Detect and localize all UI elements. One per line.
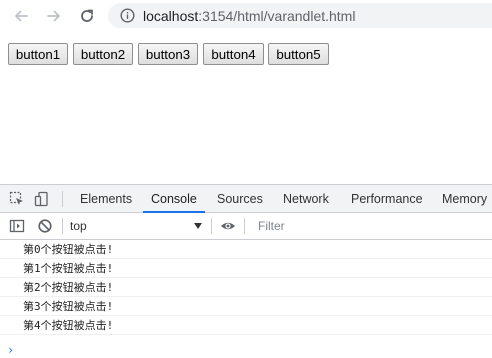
console-prompt[interactable]: › — [0, 342, 492, 358]
devtools-tabbar: Elements Console Sources Network Perform… — [0, 185, 492, 213]
button-5[interactable]: button5 — [268, 43, 329, 65]
prompt-chevron-icon: › — [7, 343, 15, 357]
browser-toolbar: localhost:3154/html/varandlet.html — [0, 0, 492, 32]
info-icon[interactable] — [120, 8, 135, 23]
button-2[interactable]: button2 — [73, 43, 133, 65]
console-log-line: 第2个按钮被点击! — [0, 278, 492, 297]
console-toolbar: top — [0, 213, 492, 240]
console-log-line: 第0个按钮被点击! — [0, 240, 492, 259]
page-viewport: button1 button2 button3 button4 button5 — [0, 33, 492, 184]
back-arrow-icon — [15, 10, 28, 22]
tab-network[interactable]: Network — [283, 185, 329, 212]
toolbar-divider — [62, 191, 63, 207]
button-3[interactable]: button3 — [138, 43, 198, 65]
live-expression-eye-icon[interactable] — [220, 218, 236, 234]
toolbar-divider — [244, 218, 245, 234]
address-bar[interactable]: localhost:3154/html/varandlet.html — [108, 3, 492, 28]
toolbar-divider — [211, 218, 212, 234]
console-log-line: 第1个按钮被点击! — [0, 259, 492, 278]
back-button[interactable] — [9, 4, 33, 28]
chevron-down-icon — [194, 223, 202, 229]
button-1[interactable]: button1 — [8, 43, 68, 65]
forward-button[interactable] — [42, 4, 66, 28]
tab-memory[interactable]: Memory — [442, 185, 487, 212]
forward-arrow-icon — [47, 10, 60, 22]
devtools-panel: Elements Console Sources Network Perform… — [0, 184, 492, 358]
tab-elements[interactable]: Elements — [80, 185, 132, 212]
device-toolbar-icon[interactable] — [34, 191, 50, 207]
url-path: :3154/html/varandlet.html — [198, 8, 356, 24]
url-host: localhost — [143, 8, 199, 24]
inspect-element-icon[interactable] — [9, 191, 25, 207]
clear-console-icon[interactable] — [37, 218, 53, 234]
console-output: 第0个按钮被点击! 第1个按钮被点击! 第2个按钮被点击! 第3个按钮被点击! … — [0, 240, 492, 358]
context-selector[interactable]: top — [70, 217, 204, 235]
reload-button[interactable] — [75, 4, 99, 28]
context-selector-value: top — [70, 219, 87, 233]
url-text: localhost:3154/html/varandlet.html — [143, 8, 355, 24]
console-log-line: 第4个按钮被点击! — [0, 316, 492, 335]
tab-performance[interactable]: Performance — [351, 185, 423, 212]
button-4[interactable]: button4 — [203, 43, 264, 65]
console-log-line: 第3个按钮被点击! — [0, 297, 492, 316]
reload-icon — [81, 9, 93, 22]
sidebar-toggle-icon[interactable] — [9, 218, 25, 234]
toolbar-divider — [62, 218, 63, 234]
console-filter-input[interactable] — [250, 216, 486, 236]
tab-sources[interactable]: Sources — [217, 185, 263, 212]
tab-console[interactable]: Console — [143, 185, 205, 213]
